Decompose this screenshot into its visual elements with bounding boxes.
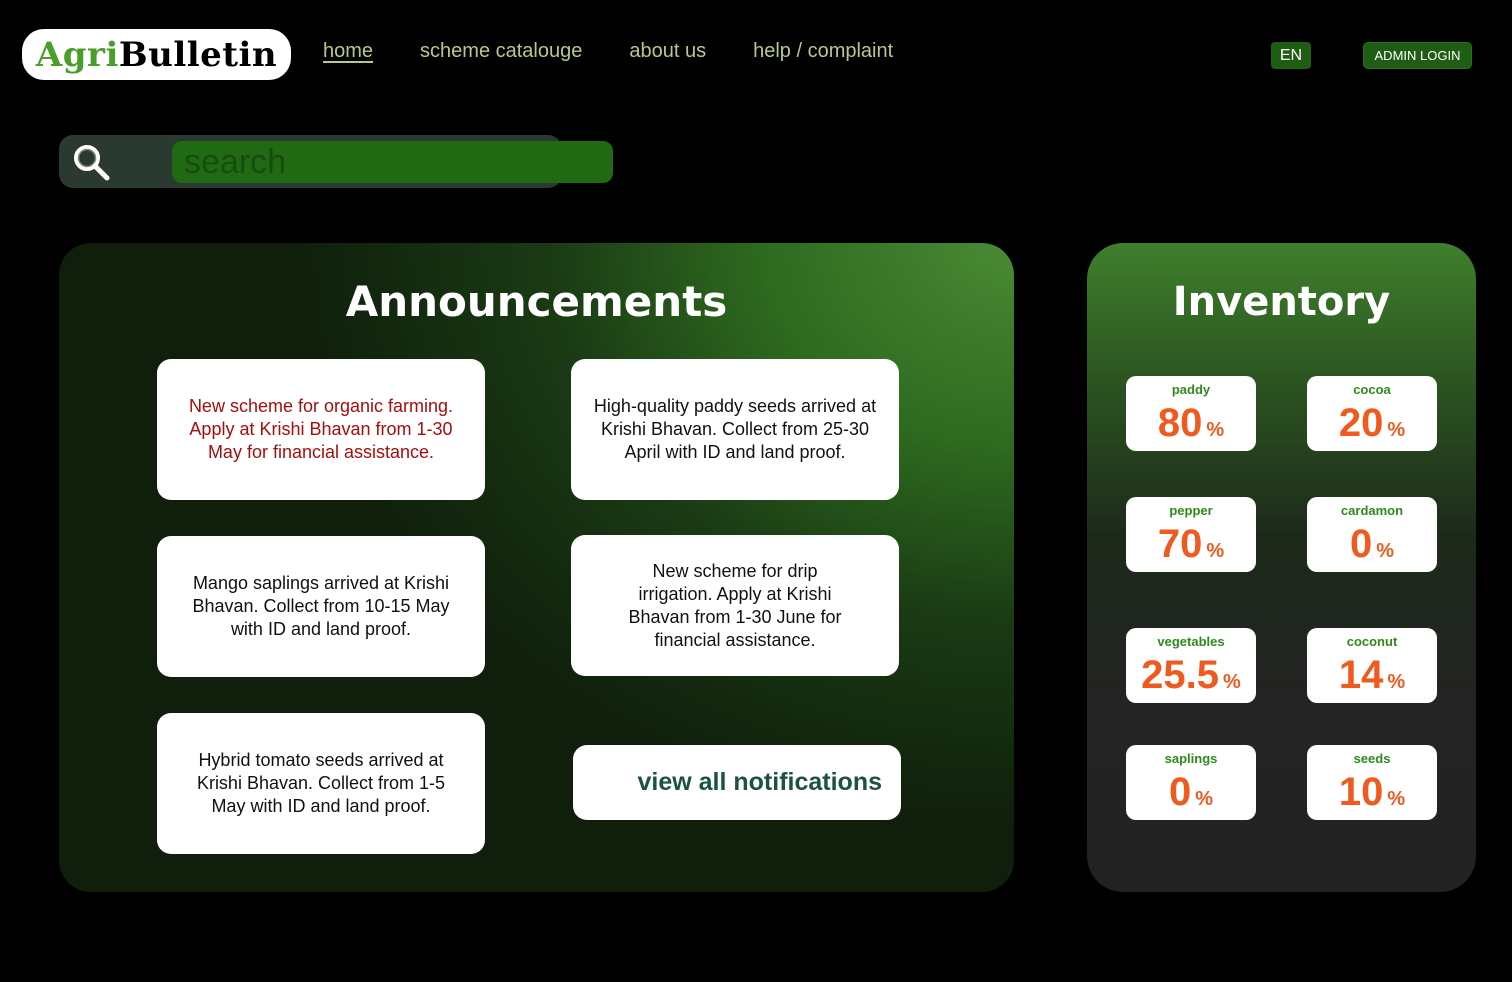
- nav-scheme-catalogue[interactable]: scheme catalouge: [420, 40, 582, 63]
- announcement-card[interactable]: New scheme for drip irrigation. Apply at…: [571, 535, 899, 676]
- inventory-item-value: 25.5%: [1141, 653, 1241, 697]
- search-bar: [59, 135, 613, 188]
- announcement-card[interactable]: High-quality paddy seeds arrived at Kris…: [571, 359, 899, 500]
- inventory-item-value: 10%: [1338, 770, 1406, 814]
- inventory-panel: Inventory paddy 80% cocoa 20% pepper 70%…: [1087, 243, 1476, 892]
- inventory-item-name: pepper: [1169, 503, 1213, 518]
- inventory-item-value: 20%: [1338, 401, 1406, 445]
- inventory-item-name: cocoa: [1353, 382, 1391, 397]
- inventory-item-value: 80%: [1157, 401, 1225, 445]
- inventory-item-value: 0%: [1349, 522, 1395, 566]
- announcement-text: Hybrid tomato seeds arrived at Krishi Bh…: [196, 750, 446, 816]
- inventory-item-cardamon[interactable]: cardamon 0%: [1307, 497, 1437, 572]
- inventory-item-name: seeds: [1353, 751, 1391, 766]
- inventory-item-name: coconut: [1346, 634, 1398, 649]
- admin-login-button[interactable]: ADMIN LOGIN: [1363, 42, 1472, 69]
- inventory-item-vegetables[interactable]: vegetables 25.5%: [1126, 628, 1256, 703]
- inventory-item-cocoa[interactable]: cocoa 20%: [1307, 376, 1437, 451]
- main-nav: home scheme catalouge about us help / co…: [323, 40, 893, 63]
- inventory-item-name: paddy: [1171, 382, 1211, 397]
- announcement-card[interactable]: Mango saplings arrived at Krishi Bhavan.…: [157, 536, 485, 677]
- nav-home[interactable]: home: [323, 40, 373, 63]
- inventory-item-value: 70%: [1157, 522, 1225, 566]
- inventory-item-coconut[interactable]: coconut 14%: [1307, 628, 1437, 703]
- inventory-item-saplings[interactable]: saplings 0%: [1126, 745, 1256, 820]
- page: Agri Bulletin home scheme catalouge about…: [0, 0, 1512, 982]
- search-icon[interactable]: [71, 142, 111, 182]
- inventory-item-pepper[interactable]: pepper 70%: [1126, 497, 1256, 572]
- inventory-item-paddy[interactable]: paddy 80%: [1126, 376, 1256, 451]
- search-input[interactable]: [172, 141, 613, 183]
- view-all-label: view all notifications: [637, 768, 883, 796]
- announcement-text: New scheme for drip irrigation. Apply at…: [628, 560, 842, 650]
- logo-part-agri: Agri: [35, 34, 119, 75]
- announcement-card[interactable]: New scheme for organic farming. Apply at…: [157, 359, 485, 500]
- logo[interactable]: Agri Bulletin: [22, 29, 291, 80]
- announcements-panel: Announcements New scheme for organic far…: [59, 243, 1014, 892]
- language-selector[interactable]: EN: [1271, 42, 1311, 69]
- inventory-item-name: saplings: [1164, 751, 1218, 766]
- inventory-item-name: cardamon: [1340, 503, 1404, 518]
- announcement-text: Mango saplings arrived at Krishi Bhavan.…: [192, 573, 450, 639]
- logo-part-bulletin: Bulletin: [118, 34, 278, 75]
- inventory-item-seeds[interactable]: seeds 10%: [1307, 745, 1437, 820]
- inventory-item-value: 0%: [1168, 770, 1214, 814]
- nav-help-complaint[interactable]: help / complaint: [753, 40, 893, 63]
- inventory-item-value: 14%: [1338, 653, 1406, 697]
- view-all-notifications-button[interactable]: view all notifications: [573, 745, 901, 820]
- announcement-card[interactable]: Hybrid tomato seeds arrived at Krishi Bh…: [157, 713, 485, 854]
- nav-about-us[interactable]: about us: [629, 40, 706, 63]
- inventory-title: Inventory: [1172, 279, 1391, 325]
- announcement-text: High-quality paddy seeds arrived at Kris…: [593, 396, 877, 462]
- announcements-title: Announcements: [345, 277, 728, 326]
- inventory-item-name: vegetables: [1157, 634, 1225, 649]
- announcement-text: New scheme for organic farming. Apply at…: [188, 396, 454, 462]
